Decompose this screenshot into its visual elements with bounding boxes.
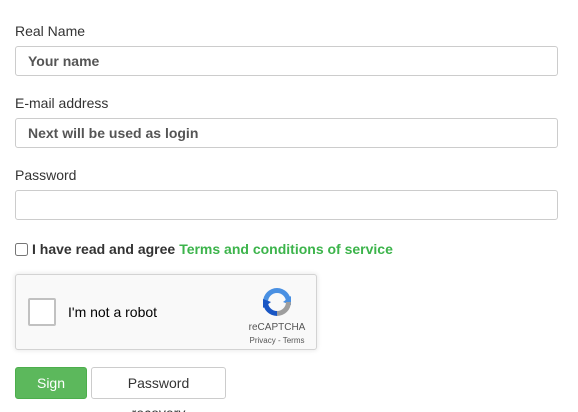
terms-agree-text: I have read and agree (32, 241, 176, 257)
recaptcha-privacy-terms-links[interactable]: Privacy - Terms (236, 336, 318, 345)
password-input[interactable] (15, 190, 558, 220)
password-recovery-button[interactable]: Password recovery (91, 367, 226, 412)
recaptcha-checkbox[interactable] (28, 298, 56, 326)
terms-link[interactable]: Terms and conditions of service (179, 241, 393, 257)
password-label: Password (15, 167, 77, 183)
email-input[interactable] (15, 118, 558, 148)
recaptcha-widget: I'm not a robot reCAPTCHA Privacy - Term… (15, 274, 317, 350)
real-name-label: Real Name (15, 23, 86, 39)
recaptcha-label: I'm not a robot (68, 304, 158, 320)
terms-checkbox[interactable] (15, 242, 28, 256)
signup-form: Real Name E-mail address Password I have… (0, 0, 578, 412)
email-label: E-mail address (15, 95, 109, 111)
terms-agreement-row: I have read and agree Terms and conditio… (15, 240, 393, 258)
recaptcha-brand: reCAPTCHA (248, 322, 306, 333)
sign-up-button[interactable]: Sign Up (15, 367, 87, 412)
recaptcha-logo-icon (263, 288, 291, 316)
real-name-input[interactable] (15, 46, 558, 76)
